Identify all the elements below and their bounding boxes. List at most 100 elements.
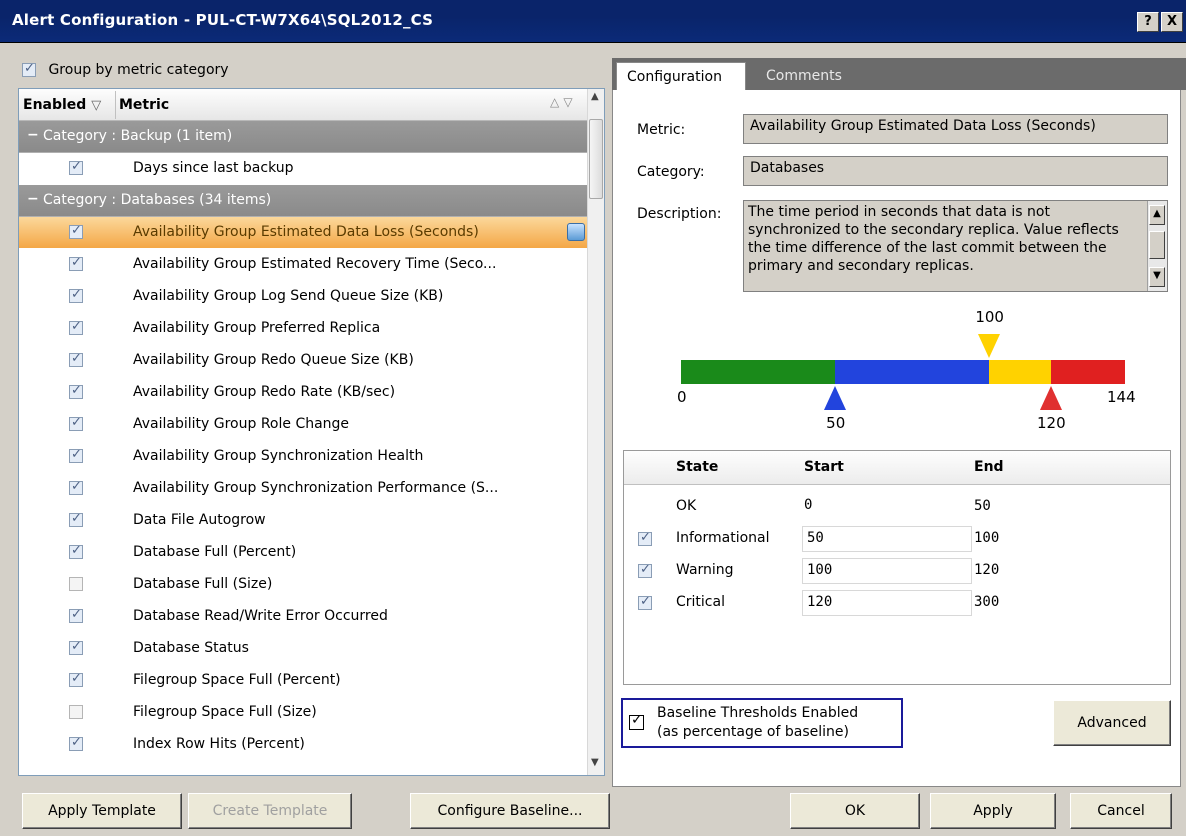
metric-enabled-checkbox[interactable] [69, 287, 83, 303]
metric-field: Availability Group Estimated Data Loss (… [743, 114, 1168, 144]
state-start-input[interactable]: 50 [802, 526, 972, 552]
tab-comments[interactable]: Comments [756, 62, 866, 90]
filter-icon[interactable]: ▽ [91, 98, 101, 113]
state-checkbox[interactable] [638, 594, 652, 610]
tab-configuration[interactable]: Configuration [616, 62, 746, 90]
threshold-segment-warning [989, 360, 1051, 384]
category-field: Databases [743, 156, 1168, 186]
metric-enabled-checkbox[interactable] [69, 447, 83, 463]
metric-enabled-checkbox[interactable] [69, 511, 83, 527]
state-start-input[interactable]: 120 [802, 590, 972, 616]
threshold-segment-critical [1051, 360, 1125, 384]
metric-row[interactable]: Index Row Hits (Percent) [19, 729, 587, 761]
close-button[interactable]: X [1161, 12, 1183, 32]
scroll-down-icon[interactable]: ▼ [1149, 267, 1165, 287]
metric-row[interactable]: Availability Group Synchronization Healt… [19, 441, 587, 473]
configure-baseline-button[interactable]: Configure Baseline... [410, 793, 610, 829]
state-start-input[interactable]: 100 [802, 558, 972, 584]
metric-enabled-checkbox[interactable] [69, 351, 83, 367]
column-enabled[interactable]: Enabled ▽ [23, 97, 101, 113]
state-row-warning: Warning 100 120 [624, 555, 1170, 587]
metric-enabled-checkbox[interactable] [69, 671, 83, 687]
metric-enabled-checkbox[interactable] [69, 223, 83, 239]
collapse-icon[interactable]: − [27, 191, 39, 207]
critical-threshold-marker[interactable] [1040, 386, 1062, 410]
states-table-header: State Start End [624, 451, 1170, 485]
state-row-critical: Critical 120 300 [624, 587, 1170, 619]
baseline-checkbox[interactable] [629, 712, 644, 730]
informational-threshold-marker[interactable] [824, 386, 847, 410]
advanced-button[interactable]: Advanced [1053, 700, 1171, 746]
metric-row[interactable]: Days since last backup [19, 153, 587, 185]
metric-name: Days since last backup [133, 160, 294, 176]
apply-template-button[interactable]: Apply Template [22, 793, 182, 829]
column-metric[interactable]: Metric [119, 97, 169, 113]
group-by-row[interactable]: Group by metric category [22, 61, 229, 82]
metric-enabled-checkbox[interactable] [69, 705, 83, 719]
metric-enabled-checkbox[interactable] [69, 415, 83, 431]
metric-row[interactable]: Availability Group Role Change [19, 409, 587, 441]
metric-row[interactable]: Availability Group Estimated Data Loss (… [19, 217, 587, 249]
metric-row[interactable]: Filegroup Space Full (Percent) [19, 665, 587, 697]
create-template-button[interactable]: Create Template [188, 793, 352, 829]
baseline-thresholds-toggle[interactable]: Baseline Thresholds Enabled (as percenta… [621, 698, 903, 748]
metric-name: Availability Group Log Send Queue Size (… [133, 288, 444, 304]
metric-row[interactable]: Availability Group Estimated Recovery Ti… [19, 249, 587, 281]
configuration-panel: Metric: Availability Group Estimated Dat… [612, 90, 1181, 787]
state-row-ok: OK 0 50 [624, 491, 1170, 523]
description-scrollbar[interactable]: ▲ ▼ [1147, 201, 1167, 291]
metric-row[interactable]: Availability Group Log Send Queue Size (… [19, 281, 587, 313]
state-end: 300 [974, 594, 1000, 610]
edit-metric-icon[interactable] [567, 223, 585, 241]
metric-row[interactable]: Filegroup Space Full (Size) [19, 697, 587, 729]
collapse-icon[interactable]: − [27, 127, 39, 143]
apply-button[interactable]: Apply [930, 793, 1056, 829]
metric-enabled-checkbox[interactable] [69, 577, 83, 591]
state-checkbox[interactable] [638, 530, 652, 546]
scroll-thumb[interactable] [589, 119, 603, 199]
scroll-thumb[interactable] [1149, 231, 1165, 259]
metric-enabled-checkbox[interactable] [69, 479, 83, 495]
metric-enabled-checkbox[interactable] [69, 607, 83, 623]
metric-row[interactable]: Availability Group Preferred Replica [19, 313, 587, 345]
vertical-scrollbar[interactable]: ▲ ▼ [587, 89, 604, 775]
ok-button[interactable]: OK [790, 793, 920, 829]
informational-value-label: 50 [826, 414, 846, 432]
metric-enabled-checkbox[interactable] [69, 639, 83, 655]
metric-name: Availability Group Role Change [133, 416, 350, 432]
metric-enabled-checkbox[interactable] [69, 159, 83, 175]
warning-value-label: 100 [975, 308, 1004, 326]
metric-row[interactable]: Database Status [19, 633, 587, 665]
state-name: Critical [676, 594, 725, 610]
metric-row[interactable]: Data File Autogrow [19, 505, 587, 537]
group-by-checkbox[interactable] [22, 61, 36, 77]
sort-filter-icon[interactable]: △ ▽ [550, 95, 573, 109]
scroll-down-icon[interactable]: ▼ [591, 757, 599, 768]
metric-row[interactable]: Database Read/Write Error Occurred [19, 601, 587, 633]
metric-row[interactable]: Database Full (Size) [19, 569, 587, 601]
help-button[interactable]: ? [1137, 12, 1159, 32]
description-label: Description: [637, 206, 722, 222]
metric-row[interactable]: Database Full (Percent) [19, 537, 587, 569]
metric-enabled-checkbox[interactable] [69, 543, 83, 559]
metric-label: Metric: [637, 122, 686, 138]
metric-enabled-checkbox[interactable] [69, 319, 83, 335]
baseline-label-line2: (as percentage of baseline) [657, 724, 849, 740]
metric-name: Filegroup Space Full (Size) [133, 704, 317, 720]
scroll-up-icon[interactable]: ▲ [1149, 205, 1165, 225]
metric-enabled-checkbox[interactable] [69, 735, 83, 751]
scroll-up-icon[interactable]: ▲ [591, 91, 599, 102]
category-row-databases[interactable]: − Category : Databases (34 items) [19, 185, 587, 217]
metric-row[interactable]: Availability Group Redo Rate (KB/sec) [19, 377, 587, 409]
metric-name: Availability Group Synchronization Healt… [133, 448, 424, 464]
metric-row[interactable]: Availability Group Synchronization Perfo… [19, 473, 587, 505]
threshold-segment-ok [681, 360, 836, 384]
warning-threshold-marker[interactable] [978, 334, 1001, 358]
metric-enabled-checkbox[interactable] [69, 383, 83, 399]
state-checkbox[interactable] [638, 562, 652, 578]
cancel-button[interactable]: Cancel [1070, 793, 1172, 829]
metric-row[interactable]: Availability Group Redo Queue Size (KB) [19, 345, 587, 377]
category-row-backup[interactable]: − Category : Backup (1 item) [19, 121, 587, 153]
metric-enabled-checkbox[interactable] [69, 255, 83, 271]
threshold-bar: 0 144 50 100 120 [673, 300, 1143, 440]
